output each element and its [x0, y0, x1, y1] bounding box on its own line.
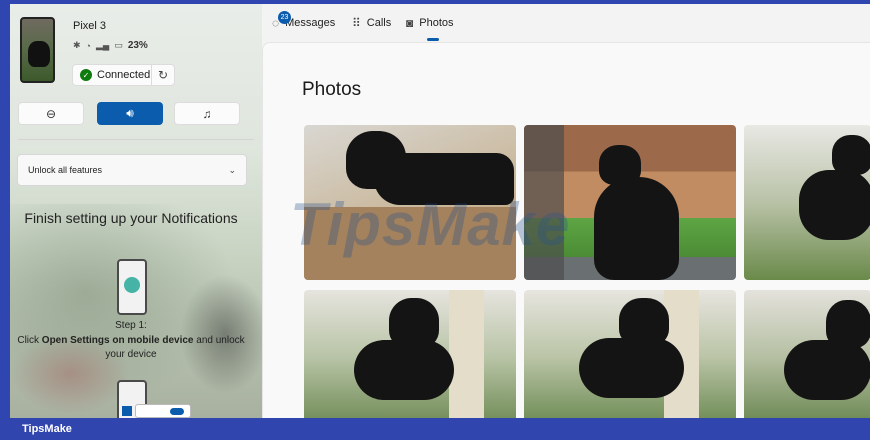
- refresh-icon[interactable]: ↻: [152, 68, 174, 82]
- left-frame-border: [0, 0, 10, 440]
- step-description: Click Open Settings on mobile device and…: [10, 334, 252, 362]
- toggle-knob-illustration: [170, 408, 184, 415]
- minus-circle-icon: ⊖: [45, 106, 57, 121]
- scratching-post: [449, 290, 484, 418]
- check-icon: ✓: [80, 69, 92, 81]
- photo-thumbnail[interactable]: [744, 125, 870, 280]
- top-navigation: ◌ Messages 23 ⠿ Calls ◙ Photos: [262, 4, 870, 42]
- toggle-illustration: [135, 404, 191, 418]
- chevron-down-icon: ⌄: [228, 164, 236, 175]
- setup-title: Finish setting up your Notifications: [24, 210, 238, 226]
- cat-body: [579, 338, 684, 398]
- cat-head: [619, 298, 669, 346]
- cat-head: [826, 300, 870, 348]
- cat-body: [354, 340, 454, 400]
- photo-thumbnail[interactable]: [744, 290, 870, 418]
- tab-photos[interactable]: ◙ Photos: [406, 4, 454, 42]
- cat-head: [389, 298, 439, 348]
- messages-badge: 23: [278, 11, 291, 24]
- cat-silhouette: [28, 41, 50, 67]
- signal-icon: ▂▄: [95, 40, 110, 50]
- photo-thumbnail[interactable]: [524, 125, 736, 280]
- cat-body: [799, 170, 870, 240]
- tab-photos-label: Photos: [419, 17, 454, 29]
- media-button[interactable]: ♫: [174, 102, 240, 125]
- cat-body: [594, 177, 679, 280]
- app-icon-illustration: [124, 277, 140, 293]
- sidebar: Pixel 3 ✱ ◔ ▂▄ ▭ 23% ✓ Connected ↻ ⊖ 🔊︎ …: [10, 4, 262, 418]
- bluetooth-icon: ✱: [73, 40, 81, 50]
- cat-head: [832, 135, 870, 175]
- audio-button[interactable]: 🔊︎: [97, 102, 163, 125]
- phone-wallpaper-thumbnail[interactable]: [20, 17, 55, 83]
- tab-calls-label: Calls: [366, 17, 392, 29]
- phone-illustration: [117, 259, 147, 315]
- photo-thumbnail[interactable]: [304, 290, 516, 418]
- footer-bar: TipsMake: [0, 418, 870, 440]
- dialpad-icon: ⠿: [352, 16, 361, 30]
- unlock-features-label: Unlock all features: [28, 165, 103, 175]
- page-title: Photos: [302, 79, 362, 100]
- cat-head: [599, 145, 641, 185]
- battery-percentage: 23%: [127, 40, 148, 51]
- photo-icon: ◙: [406, 16, 414, 30]
- battery-icon: ▭: [114, 40, 123, 50]
- photos-panel: Photos: [262, 42, 870, 418]
- photo-thumbnail[interactable]: [524, 290, 736, 418]
- connection-status-label: Connected: [97, 69, 151, 81]
- step-label: Step 1:: [115, 320, 147, 331]
- speaker-icon: 🔊︎: [126, 106, 134, 120]
- step-open-settings: Open Settings on mobile device: [41, 335, 194, 346]
- cardboard-box: [304, 207, 516, 280]
- connection-status-pill: ✓ Connected ↻: [72, 64, 175, 86]
- wifi-icon: ◔: [85, 40, 91, 51]
- device-status-row: ✱ ◔ ▂▄ ▭ 23%: [73, 40, 148, 51]
- cat-body: [784, 340, 870, 400]
- do-not-disturb-button[interactable]: ⊖: [18, 102, 84, 125]
- cat-head: [346, 131, 406, 189]
- footer-brand: TipsMake: [22, 423, 72, 435]
- door-frame: [524, 125, 564, 280]
- step-prefix: Click: [17, 335, 42, 346]
- active-tab-indicator: [427, 38, 439, 41]
- tab-calls[interactable]: ⠿ Calls: [352, 4, 391, 42]
- music-note-icon: ♫: [202, 106, 212, 121]
- photo-thumbnail[interactable]: [304, 125, 516, 280]
- device-name: Pixel 3: [73, 20, 107, 32]
- unlock-features-dropdown[interactable]: Unlock all features ⌄: [17, 154, 247, 186]
- sidebar-divider: [18, 139, 254, 140]
- settings-block-illustration: [122, 406, 132, 416]
- tab-messages-label: Messages: [285, 17, 336, 29]
